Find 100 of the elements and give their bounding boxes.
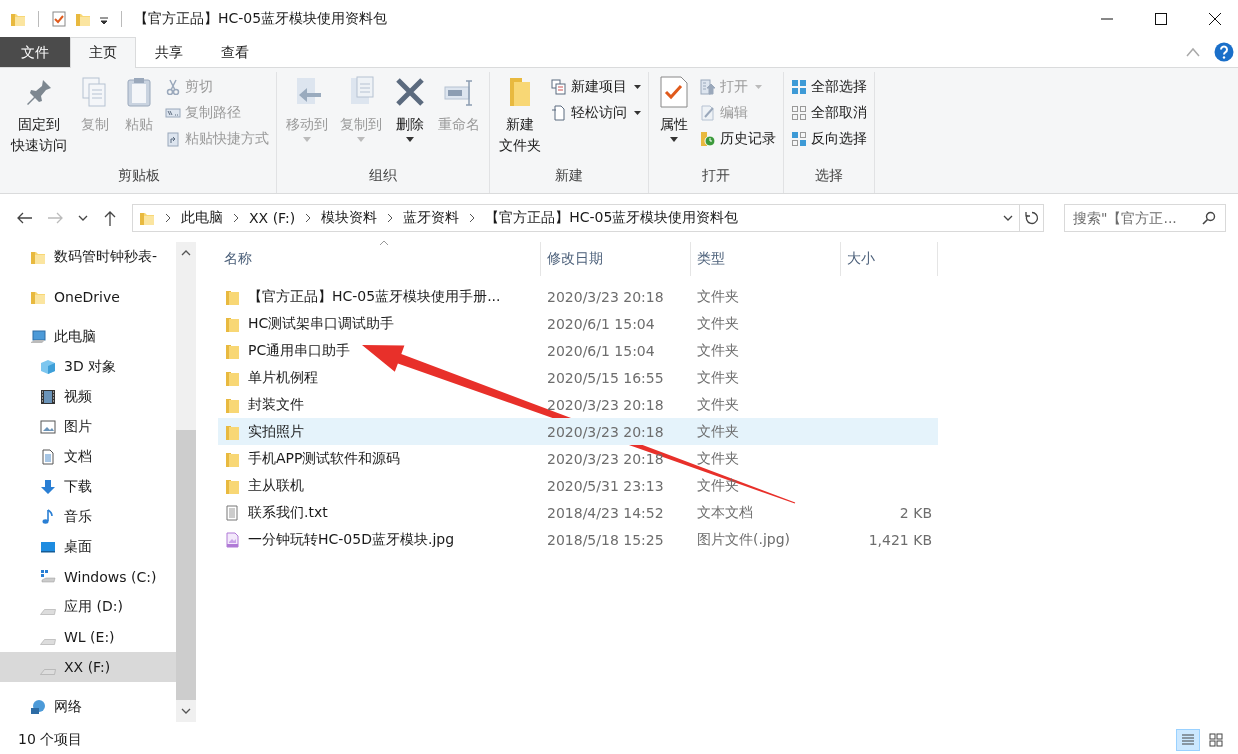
file-type: 文件夹	[696, 340, 740, 360]
breadcrumb[interactable]: 【官方正品】HC-05蓝牙模块使用资料包	[485, 209, 739, 227]
breadcrumb[interactable]: 模块资料	[321, 209, 378, 227]
file-type: 图片文件(.jpg)	[696, 529, 792, 549]
sidebar-item[interactable]: 图片	[0, 412, 176, 442]
file-date: 2018/4/23 14:52	[546, 503, 665, 523]
file-name[interactable]: 实拍照片	[248, 422, 304, 441]
file-name[interactable]: 单片机例程	[248, 368, 318, 387]
file-row[interactable]: 封装文件 2020/3/23 20:18 文件夹	[218, 391, 938, 418]
file-name[interactable]: 一分钟玩转HC-05D蓝牙模块.jpg	[248, 530, 455, 549]
file-name[interactable]: HC测试架串口调试助手	[248, 314, 395, 333]
folder-icon	[224, 315, 240, 332]
address-bar[interactable]: 此电脑 XX (F:) 模块资料 蓝牙资料 【官方正品】HC-05蓝牙模块使用资料包	[132, 204, 1020, 232]
item-count: 10 个项目	[18, 731, 83, 749]
checkmark-document-icon	[658, 76, 690, 108]
file-name[interactable]: 【官方正品】HC-05蓝牙模块使用手册...	[248, 287, 501, 306]
file-row[interactable]: 联系我们.txt 2018/4/23 14:52 文本文档 2 KB	[218, 499, 938, 526]
file-row[interactable]: 【官方正品】HC-05蓝牙模块使用手册... 2020/3/23 20:18 文件夹	[218, 283, 938, 310]
column-header[interactable]: 修改日期	[541, 242, 691, 276]
chevron-right-icon	[165, 213, 171, 223]
file-date: 2020/3/23 20:18	[546, 395, 665, 415]
sidebar-item[interactable]: OneDrive	[0, 282, 176, 312]
file-row[interactable]: 主从联机 2020/5/31 23:13 文件夹	[218, 472, 938, 499]
sidebar-item[interactable]: 应用 (D:)	[0, 592, 176, 622]
file-type: 文件夹	[696, 421, 740, 441]
forward-arrow-icon	[48, 212, 64, 224]
scroll-down-icon[interactable]	[181, 708, 191, 714]
sidebar-item[interactable]: WL (E:)	[0, 622, 176, 652]
breadcrumb[interactable]: 此电脑	[181, 209, 223, 227]
ribbon-tab[interactable]: 共享	[136, 37, 202, 67]
close-icon	[1209, 13, 1221, 25]
ribbon-tab[interactable]: 查看	[202, 37, 268, 67]
file-row[interactable]: 一分钟玩转HC-05D蓝牙模块.jpg 2018/5/18 15:25 图片文件(.jpg) 1,421 KB	[218, 526, 938, 553]
ribbon-button[interactable]: 固定到 快速访问	[6, 72, 72, 156]
file-type: 文件夹	[696, 286, 740, 306]
sidebar-item[interactable]: XX (F:)	[0, 652, 176, 682]
file-date: 2020/3/23 20:18	[546, 422, 665, 442]
group-label: 打开	[701, 167, 731, 185]
file-type: 文本文档	[696, 502, 754, 522]
file-row[interactable]: 单片机例程 2020/5/15 16:55 文件夹	[218, 364, 938, 391]
search-field[interactable]: 搜索"【官方正...	[1064, 204, 1226, 232]
sidebar-item[interactable]: 音乐	[0, 502, 176, 532]
checkmark-document-icon[interactable]	[51, 11, 67, 27]
ribbon-button[interactable]: 反向选择	[788, 128, 870, 150]
sidebar-item[interactable]: 下载	[0, 472, 176, 502]
file-date: 2020/5/15 16:55	[546, 368, 665, 388]
file-menu-tab[interactable]: 文件	[0, 37, 70, 67]
chevron-right-icon	[469, 213, 476, 223]
window-title: 【官方正品】HC-05蓝牙模块使用资料包	[134, 10, 388, 28]
ribbon-button[interactable]: 删除	[389, 72, 431, 142]
sidebar-item[interactable]: 文档	[0, 442, 176, 472]
file-row[interactable]: 实拍照片 2020/3/23 20:18 文件夹	[218, 418, 938, 445]
file-name[interactable]: 主从联机	[248, 476, 304, 495]
music-note-icon	[40, 509, 56, 525]
film-icon	[40, 389, 56, 405]
sidebar-item[interactable]: 视频	[0, 382, 176, 412]
new-item-icon	[551, 79, 567, 95]
refresh-button[interactable]	[1020, 204, 1044, 232]
file-name[interactable]: 联系我们.txt	[248, 503, 328, 522]
folder-icon	[224, 477, 240, 494]
file-name[interactable]: PC通用串口助手	[248, 341, 351, 360]
scrollbar[interactable]	[176, 242, 196, 722]
file-row[interactable]: 手机APP测试软件和源码 2020/3/23 20:18 文件夹	[218, 445, 938, 472]
file-row[interactable]: HC测试架串口调试助手 2020/6/1 15:04 文件夹	[218, 310, 938, 337]
search-icon[interactable]	[1202, 211, 1216, 225]
sidebar-item[interactable]: 此电脑	[0, 322, 176, 352]
column-header[interactable]: 名称	[218, 242, 541, 276]
ribbon-button[interactable]: 历史记录	[697, 128, 779, 150]
ribbon-button[interactable]: 新建项目	[548, 76, 644, 98]
file-name[interactable]: 封装文件	[248, 395, 304, 414]
image-file-icon	[224, 531, 240, 548]
sidebar-item[interactable]: 数码管时钟秒表-	[0, 242, 176, 272]
column-header[interactable]: 类型	[691, 242, 841, 276]
breadcrumb[interactable]: XX (F:)	[249, 210, 296, 226]
file-row[interactable]: PC通用串口助手 2020/6/1 15:04 文件夹	[218, 337, 938, 364]
caret-icon	[303, 137, 311, 142]
help-icon[interactable]	[1214, 42, 1234, 62]
file-name[interactable]: 手机APP测试软件和源码	[248, 449, 401, 468]
breadcrumb[interactable]: 蓝牙资料	[403, 209, 460, 227]
group-label: 组织	[368, 167, 398, 185]
file-date: 2020/3/23 20:18	[546, 449, 665, 469]
folder-icon	[30, 249, 46, 265]
column-header[interactable]: 大小	[841, 242, 938, 276]
ribbon-button[interactable]: 新建 文件夹	[494, 72, 546, 156]
sidebar-item[interactable]: 桌面	[0, 532, 176, 562]
scroll-up-icon[interactable]	[181, 250, 191, 256]
file-date: 2020/6/1 15:04	[546, 314, 656, 334]
view-button[interactable]	[1176, 729, 1200, 751]
chevron-down-icon[interactable]	[1003, 215, 1013, 221]
ribbon-button[interactable]: 轻松访问	[548, 102, 644, 124]
sidebar-item[interactable]: 网络	[0, 692, 176, 722]
ribbon-button[interactable]: 属性	[653, 72, 695, 142]
collapse-ribbon-icon[interactable]	[1186, 47, 1200, 57]
sidebar-item[interactable]: Windows (C:)	[0, 562, 176, 592]
ribbon-tab[interactable]: 主页	[70, 37, 136, 68]
ribbon-button[interactable]: 全部选择	[788, 76, 870, 98]
ribbon-button[interactable]: 全部取消	[788, 102, 870, 124]
scrollbar-thumb[interactable]	[176, 430, 196, 700]
delete-icon	[394, 76, 426, 108]
sidebar-item[interactable]: 3D 对象	[0, 352, 176, 382]
